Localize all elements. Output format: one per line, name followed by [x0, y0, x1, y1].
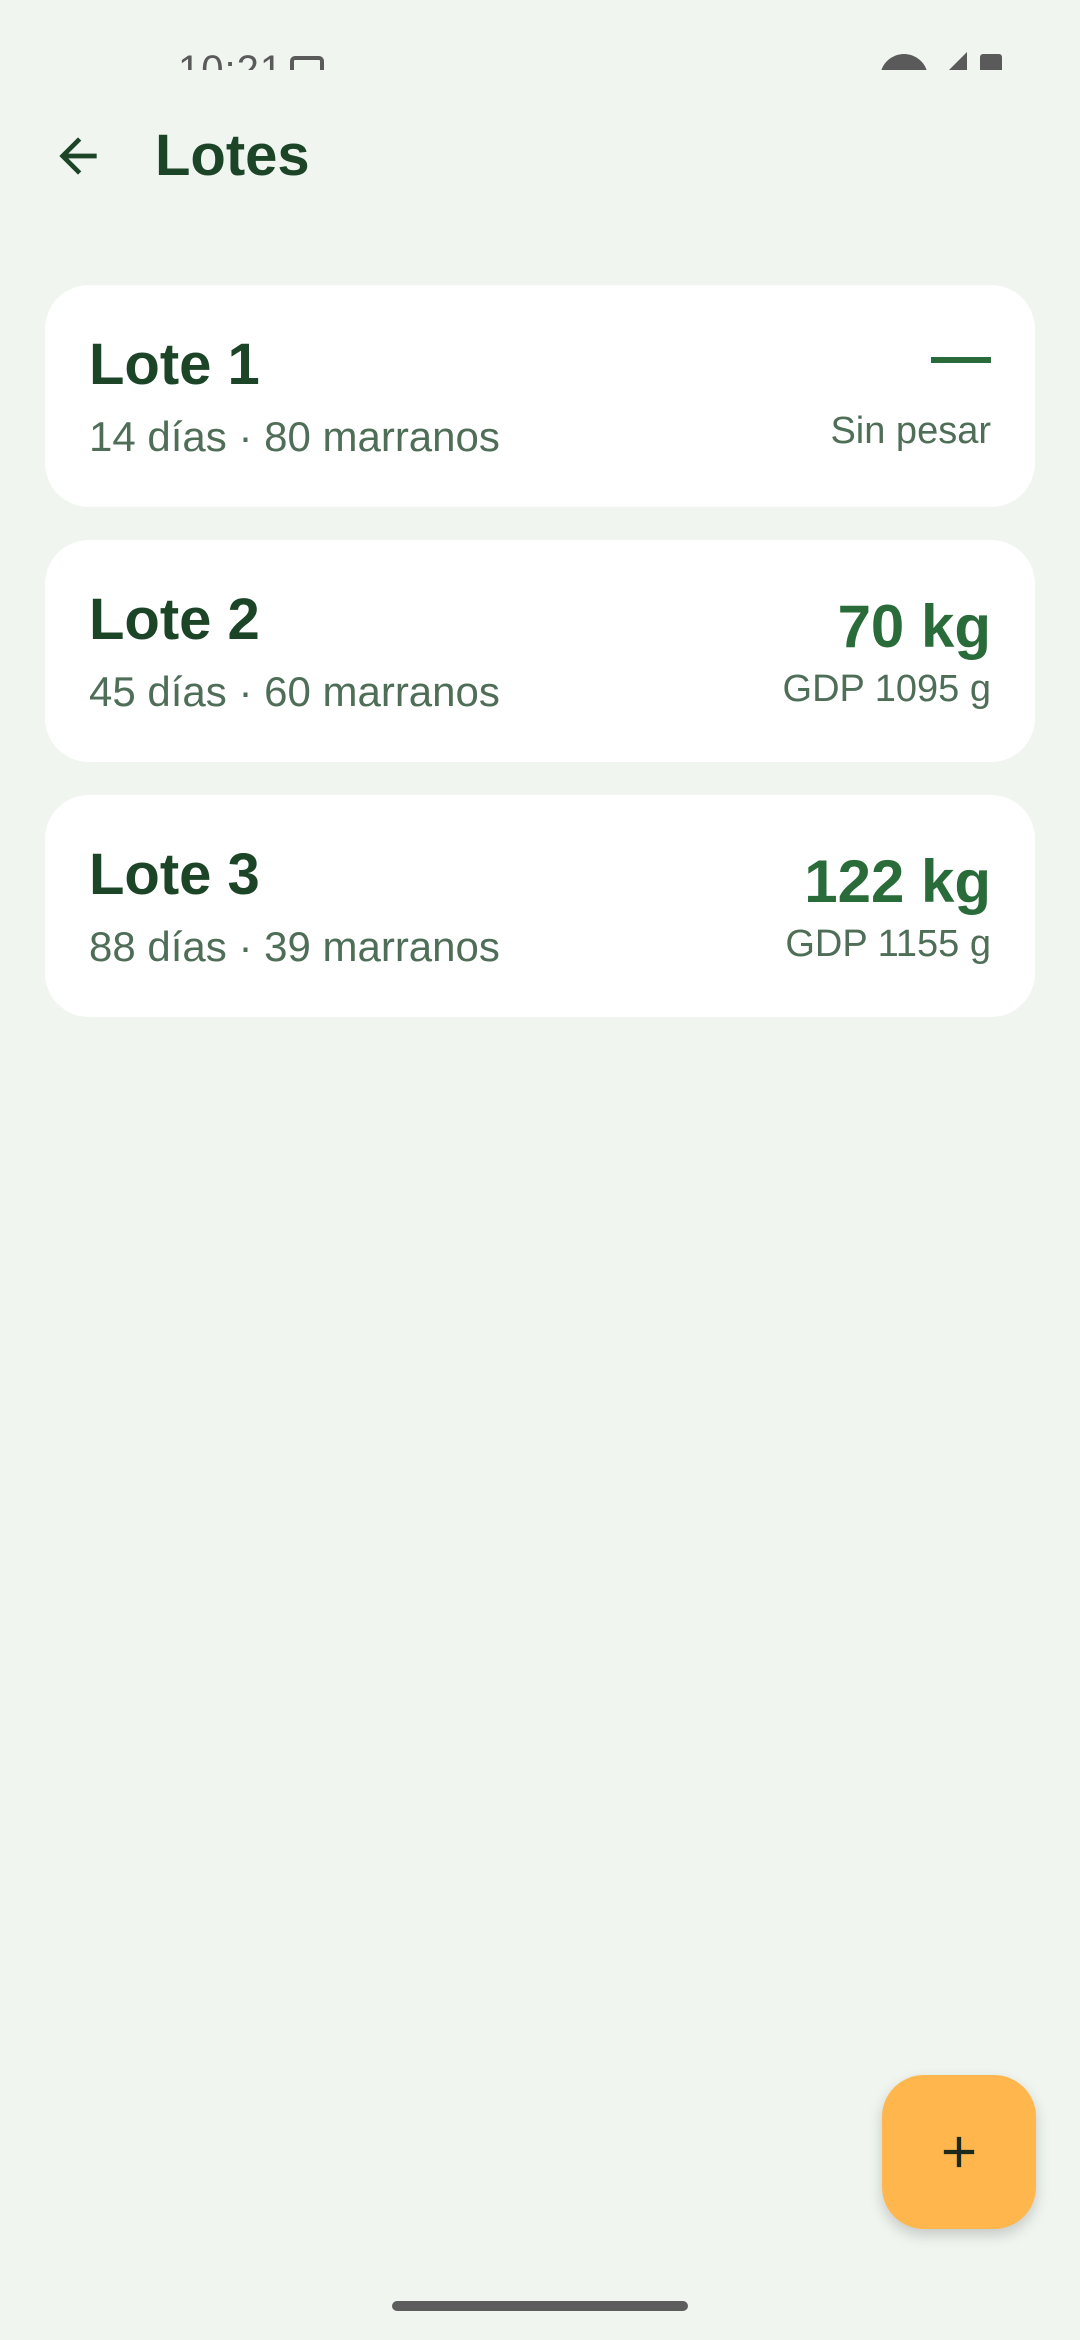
- page-title: Lotes: [155, 123, 310, 188]
- app-bar: Lotes: [0, 100, 1080, 210]
- back-button[interactable]: [36, 114, 120, 198]
- add-lot-button[interactable]: [882, 2075, 1036, 2229]
- lot-card-1[interactable]: Lote 1 14 días · 80 marranos — Sin pesar: [45, 285, 1035, 507]
- lot-name: Lote 2: [89, 587, 260, 652]
- lot-gdp: GDP 1155 g: [785, 923, 991, 965]
- lot-card-2[interactable]: Lote 2 45 días · 60 marranos 70 kg GDP 1…: [45, 540, 1035, 762]
- lot-meta: 14 días · 80 marranos: [89, 413, 500, 460]
- signal-icon: [945, 52, 967, 70]
- status-bar: 10:21: [0, 0, 1080, 70]
- lot-name: Lote 1: [89, 332, 260, 397]
- lot-name: Lote 3: [89, 842, 260, 907]
- notification-icon: [290, 56, 324, 70]
- lot-meta: 45 días · 60 marranos: [89, 668, 500, 715]
- arrow-back-icon: [59, 137, 97, 175]
- gesture-nav-bar[interactable]: [392, 2301, 688, 2311]
- lot-weight: 122 kg: [804, 848, 991, 915]
- plus-icon: [943, 2136, 975, 2168]
- lot-weight: 70 kg: [837, 593, 991, 660]
- lot-weight: —: [931, 322, 991, 389]
- wifi-icon: [880, 54, 928, 70]
- lot-card-3[interactable]: Lote 3 88 días · 39 marranos 122 kg GDP …: [45, 795, 1035, 1017]
- lot-weight-status: Sin pesar: [830, 410, 991, 452]
- lot-gdp: GDP 1095 g: [782, 668, 991, 710]
- lot-list: Lote 1 14 días · 80 marranos — Sin pesar…: [45, 285, 1035, 1050]
- battery-icon: [980, 54, 1002, 70]
- lot-meta: 88 días · 39 marranos: [89, 923, 500, 970]
- status-time: 10:21: [178, 48, 284, 70]
